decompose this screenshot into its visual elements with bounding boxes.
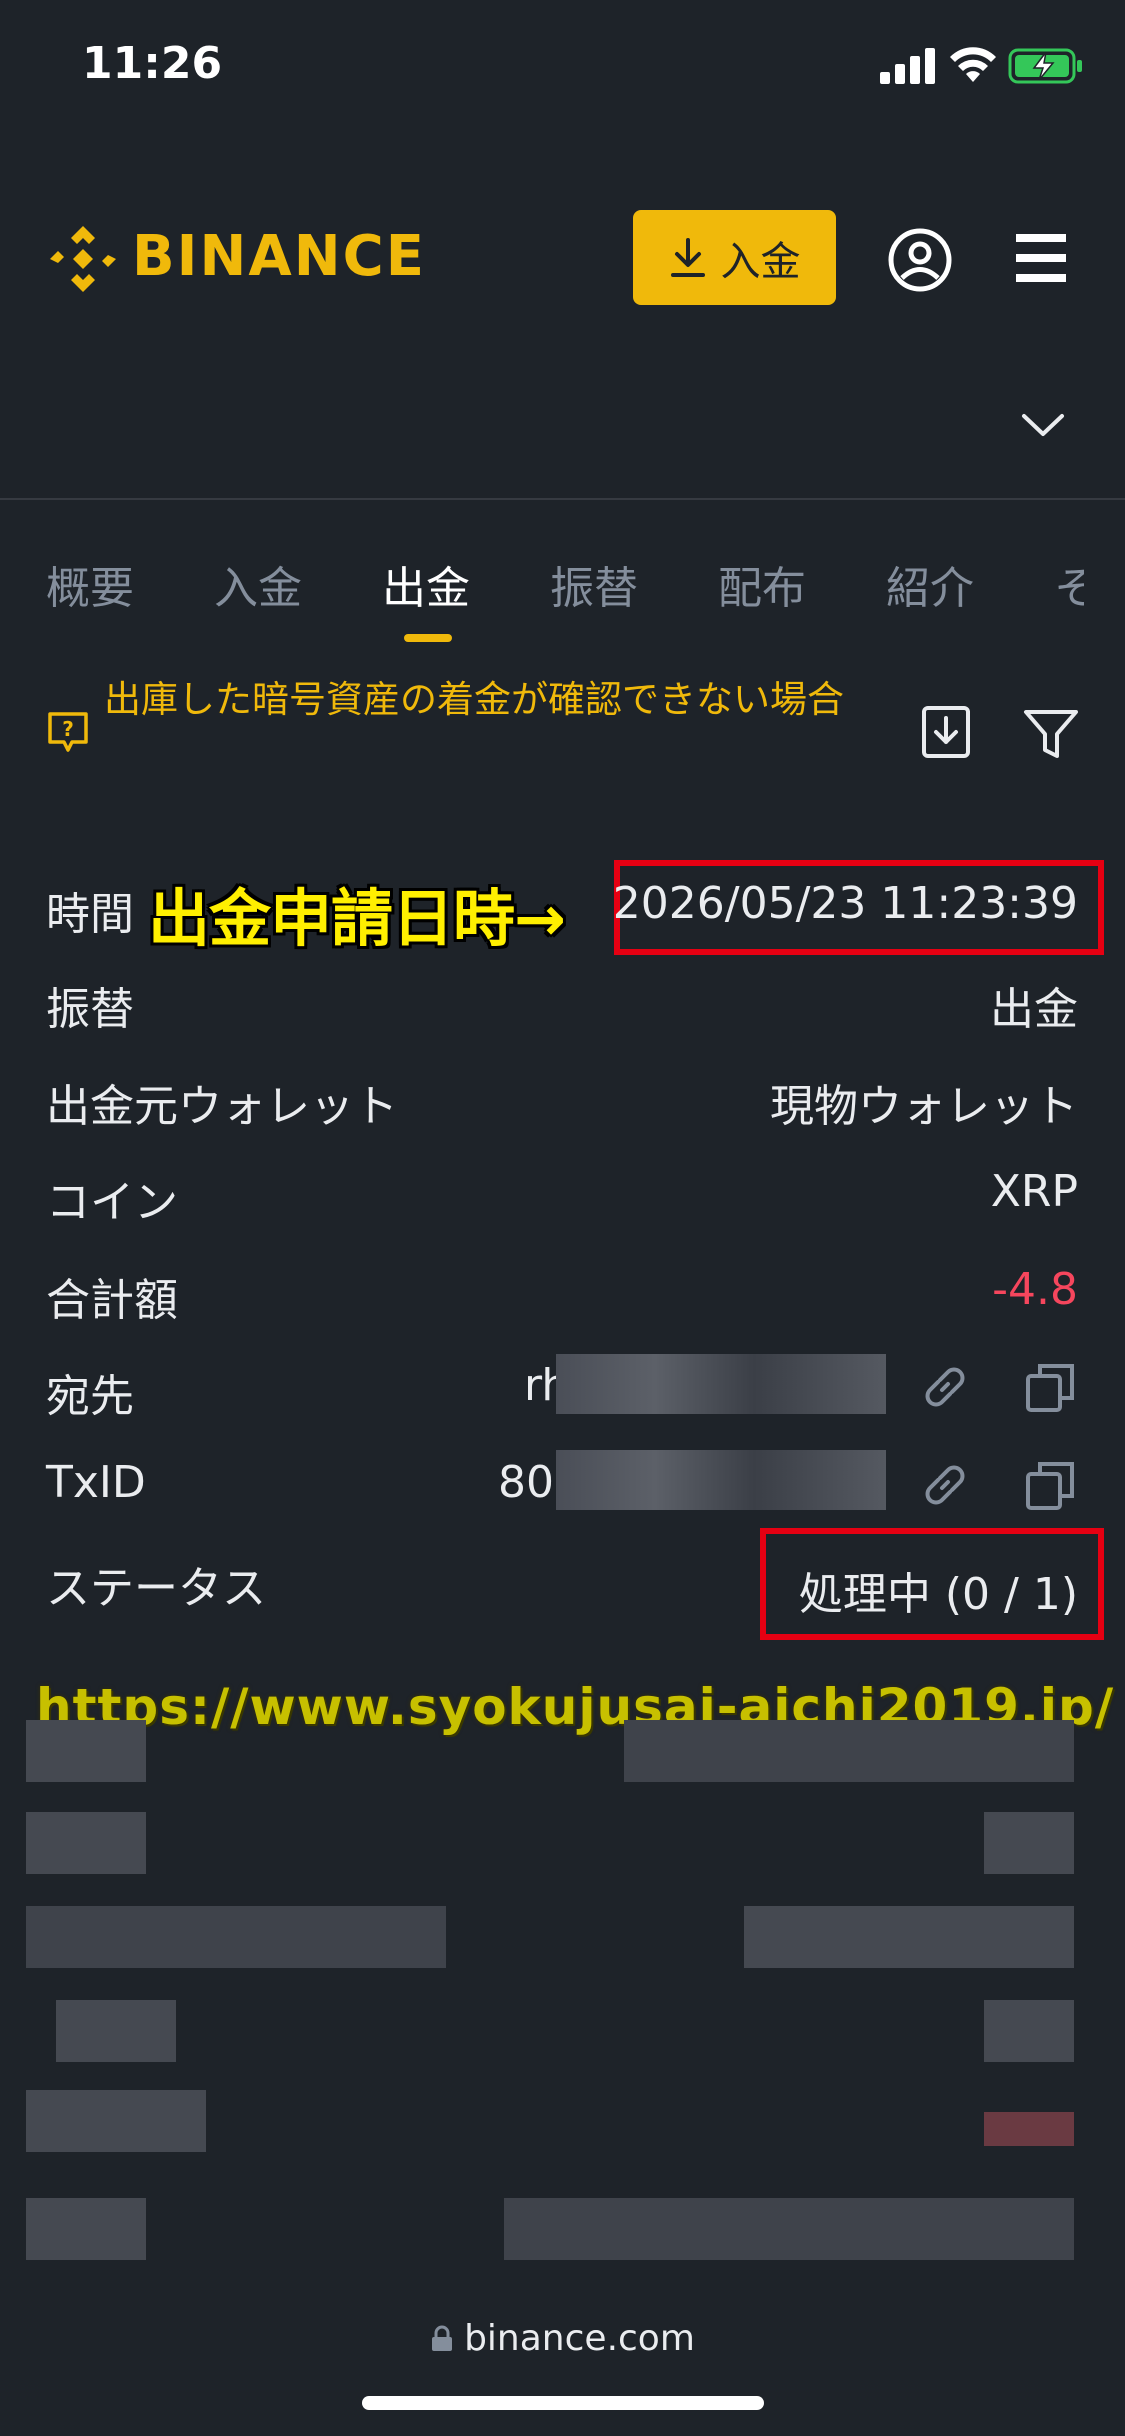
source-wallet-label: 出金元ウォレット [46,1081,398,1132]
deposit-button-label: 入金 [720,238,801,285]
browser-url-bar[interactable]: binance.com [0,2318,1125,2359]
amount-label: 合計額 [46,1275,178,1326]
header-divider [0,498,1125,500]
tab-overview[interactable]: 概要 [46,552,134,616]
txid-label: TxID [46,1457,146,1508]
filter-icon[interactable] [1022,706,1080,762]
copy-icon[interactable] [1024,1360,1078,1414]
svg-text:?: ? [62,717,74,741]
tab-transfer[interactable]: 振替 [550,552,638,616]
binance-logo-icon[interactable] [46,222,120,296]
txid-redacted [556,1450,886,1510]
hamburger-menu-icon[interactable] [1016,232,1066,284]
tab-distribution[interactable]: 配布 [718,552,806,616]
lock-icon [432,2325,453,2351]
address-redacted [556,1354,886,1414]
copy-icon[interactable] [1024,1458,1078,1512]
withdrawal-notice-link[interactable]: 出庫した暗号資産の着金が確認できない場合 [104,672,924,728]
help-question-icon: ? [48,712,88,752]
time-value: 2026/05/23 11:23:39 [612,878,1078,929]
link-icon[interactable] [918,1360,972,1414]
battery-charging-icon [1008,48,1082,84]
status-label: ステータス [46,1563,266,1614]
address-label: 宛先 [46,1371,134,1422]
cellular-signal-icon [880,48,935,84]
deposit-button[interactable]: 入金 [633,210,836,305]
transfer-value: 出金 [990,984,1078,1035]
chevron-down-icon[interactable] [1020,410,1066,440]
tab-withdrawal[interactable]: 出金 [382,552,470,616]
home-indicator[interactable] [362,2396,764,2410]
browser-url-text: binance.com [464,2318,695,2359]
active-tab-indicator [404,634,452,642]
link-icon[interactable] [918,1458,972,1512]
wifi-icon [950,47,996,82]
tab-referral[interactable]: 紹介 [886,552,974,616]
annotation-withdrawal-datetime: 出金申請日時→ [148,882,566,955]
user-profile-icon[interactable] [887,227,953,293]
coin-label: コイン [46,1177,178,1228]
brand-name[interactable]: BINANCE [132,224,426,289]
download-icon [670,237,705,277]
source-wallet-value: 現物ウォレット [770,1081,1078,1132]
download-icon[interactable] [918,704,974,760]
tab-other[interactable]: そ [1054,552,1084,616]
amount-value: -4.8 [992,1264,1078,1315]
tab-deposit[interactable]: 入金 [214,552,302,616]
coin-value: XRP [990,1166,1078,1217]
status-value: 処理中 (0 / 1) [798,1569,1078,1620]
time-label: 時間 [46,889,134,940]
transfer-label: 振替 [46,984,134,1035]
status-time: 11:26 [82,38,223,89]
